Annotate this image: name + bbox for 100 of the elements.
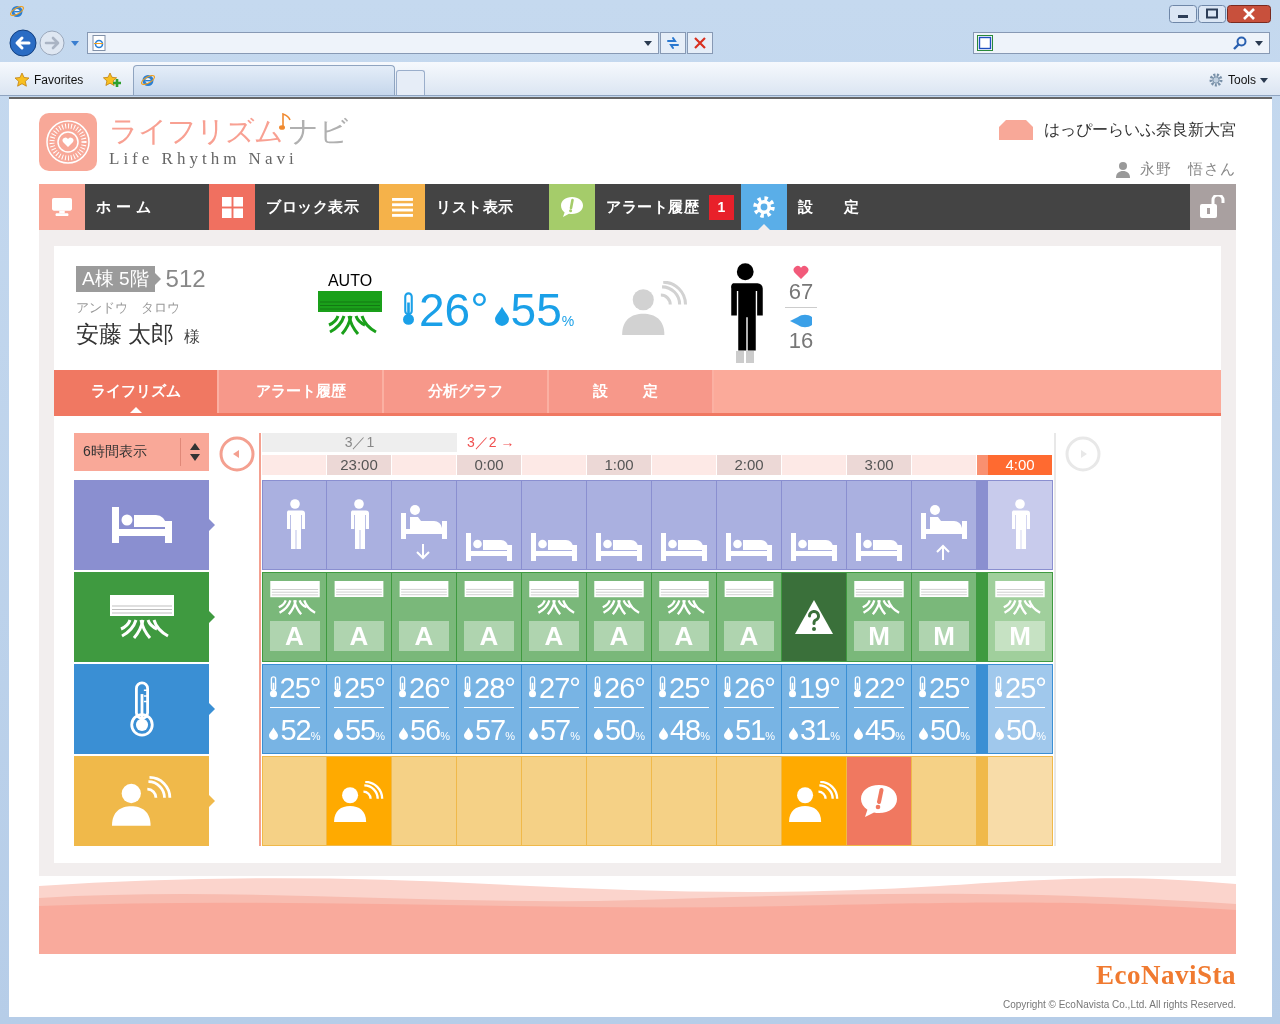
ac-mode-badge: M bbox=[995, 621, 1045, 651]
thermometer-icon bbox=[127, 681, 156, 737]
new-tab-button[interactable] bbox=[396, 70, 426, 95]
ac-mode-badge: A bbox=[659, 621, 709, 651]
thermometer-icon bbox=[268, 676, 278, 698]
dropdown-caret-icon[interactable] bbox=[1255, 40, 1263, 46]
stop-button[interactable] bbox=[687, 32, 713, 54]
sort-arrows-icon bbox=[190, 443, 200, 461]
honorific: 様 bbox=[184, 327, 201, 347]
close-button[interactable] bbox=[1227, 5, 1271, 23]
thermometer-icon bbox=[398, 676, 408, 698]
time-label: 23:00 bbox=[327, 455, 392, 475]
temperature-reading: 25° bbox=[344, 671, 385, 705]
ac-mode-badge: A bbox=[594, 621, 644, 651]
thermometer-icon bbox=[463, 676, 473, 698]
date-label: 3／2 → bbox=[466, 433, 516, 452]
company-logo: EcoNaviSta bbox=[1096, 960, 1236, 991]
heart-icon bbox=[793, 265, 809, 279]
search-field[interactable] bbox=[973, 32, 1270, 54]
temperature-reading: 28° bbox=[474, 671, 515, 705]
time-label: 1:00 bbox=[587, 455, 652, 475]
temperature-reading: 25° bbox=[669, 671, 710, 705]
ac-mode-badge: A bbox=[269, 621, 320, 651]
drop-icon bbox=[269, 727, 279, 740]
maximize-button[interactable] bbox=[1198, 5, 1226, 23]
add-favorite-icon[interactable] bbox=[103, 72, 122, 88]
date-label: 3／1 bbox=[262, 433, 457, 452]
time-label: 0:00 bbox=[457, 455, 522, 475]
room-number: 512 bbox=[165, 265, 206, 293]
presence-detected-icon bbox=[789, 780, 839, 822]
nav-link[interactable]: リスト表示 bbox=[436, 197, 514, 217]
padlock-icon bbox=[1200, 195, 1226, 219]
drop-icon bbox=[398, 727, 408, 740]
tools-button[interactable]: Tools bbox=[1208, 65, 1272, 95]
temperature-reading: 27° bbox=[539, 671, 580, 705]
thermometer-icon bbox=[528, 676, 538, 698]
nav-link[interactable]: アラート履歴 bbox=[606, 197, 699, 217]
nav-icon-tile[interactable] bbox=[741, 184, 787, 230]
heart-rate: 67 bbox=[788, 279, 814, 304]
ac-mode-badge: M bbox=[919, 621, 969, 651]
temperature-reading: 25° bbox=[929, 671, 970, 705]
nav-icon-tile[interactable] bbox=[379, 184, 425, 230]
search-icon[interactable] bbox=[1233, 36, 1247, 50]
browser-logo-icon bbox=[140, 72, 157, 88]
temperature-reading: 26° bbox=[604, 671, 645, 705]
drop-icon bbox=[463, 727, 473, 740]
thermometer-icon bbox=[593, 676, 603, 698]
ac-mode-label: AUTO bbox=[327, 271, 373, 291]
drop-icon bbox=[593, 727, 603, 740]
drop-icon bbox=[528, 727, 538, 740]
alert-bubble-icon bbox=[859, 783, 899, 819]
thermometer-icon bbox=[723, 676, 733, 698]
thermometer-icon bbox=[402, 292, 415, 326]
temperature-reading: 26° bbox=[409, 671, 450, 705]
gear-icon bbox=[1208, 72, 1224, 88]
temperature-reading: 22° bbox=[864, 671, 905, 705]
drop-icon bbox=[994, 727, 1004, 740]
minimize-button[interactable] bbox=[1169, 5, 1197, 23]
address-field[interactable] bbox=[87, 32, 659, 54]
patient-name: 安藤 太郎 bbox=[76, 320, 175, 349]
temperature-reading: 25° bbox=[279, 671, 321, 705]
nav-icon-tile[interactable] bbox=[549, 184, 595, 230]
back-button[interactable] bbox=[9, 29, 37, 57]
refresh-button[interactable] bbox=[660, 32, 686, 54]
app-subtitle: Life Rhythm Navi bbox=[109, 149, 299, 169]
thermometer-icon bbox=[333, 676, 343, 698]
breath-icon bbox=[790, 314, 812, 328]
star-icon bbox=[14, 72, 30, 88]
stop-icon bbox=[694, 37, 706, 49]
unlock-button[interactable] bbox=[1190, 184, 1236, 230]
thermometer-icon bbox=[994, 676, 1004, 698]
drop-icon bbox=[658, 727, 668, 740]
nav-link[interactable]: ブロック表示 bbox=[266, 197, 359, 217]
dropdown-caret-icon bbox=[1260, 77, 1268, 83]
nav-icon-tile[interactable] bbox=[39, 184, 85, 230]
drop-icon bbox=[333, 727, 343, 740]
list-icon bbox=[391, 197, 413, 217]
facility-name: はっぴーらいふ奈良新大宮 bbox=[1044, 119, 1236, 140]
favorites-button[interactable]: Favorites bbox=[8, 65, 90, 95]
browser-tab[interactable] bbox=[133, 65, 396, 95]
history-caret-icon[interactable] bbox=[71, 40, 79, 46]
user-icon bbox=[1116, 161, 1130, 178]
grid-icon bbox=[221, 196, 243, 218]
dropdown-caret-icon[interactable] bbox=[644, 40, 652, 46]
app-logo-icon bbox=[39, 113, 97, 171]
previous-button[interactable] bbox=[219, 436, 255, 472]
app-title-suffix: ナビ bbox=[289, 114, 349, 149]
drop-icon bbox=[918, 727, 928, 740]
presence-sensor-icon bbox=[111, 776, 172, 826]
temperature-reading: 19° bbox=[799, 671, 840, 705]
nav-link[interactable]: ホ ー ム bbox=[96, 197, 152, 217]
monitor-icon bbox=[51, 197, 73, 217]
thermometer-icon bbox=[918, 676, 928, 698]
time-label: 2:00 bbox=[717, 455, 782, 475]
temperature-reading: 26° bbox=[734, 671, 775, 705]
nav-icon-tile[interactable] bbox=[209, 184, 255, 230]
range-select[interactable]: 6時間表示 bbox=[74, 433, 209, 471]
nav-link[interactable]: 設 定 bbox=[798, 197, 867, 217]
search-provider-icon bbox=[977, 35, 993, 51]
page-icon bbox=[91, 35, 107, 51]
